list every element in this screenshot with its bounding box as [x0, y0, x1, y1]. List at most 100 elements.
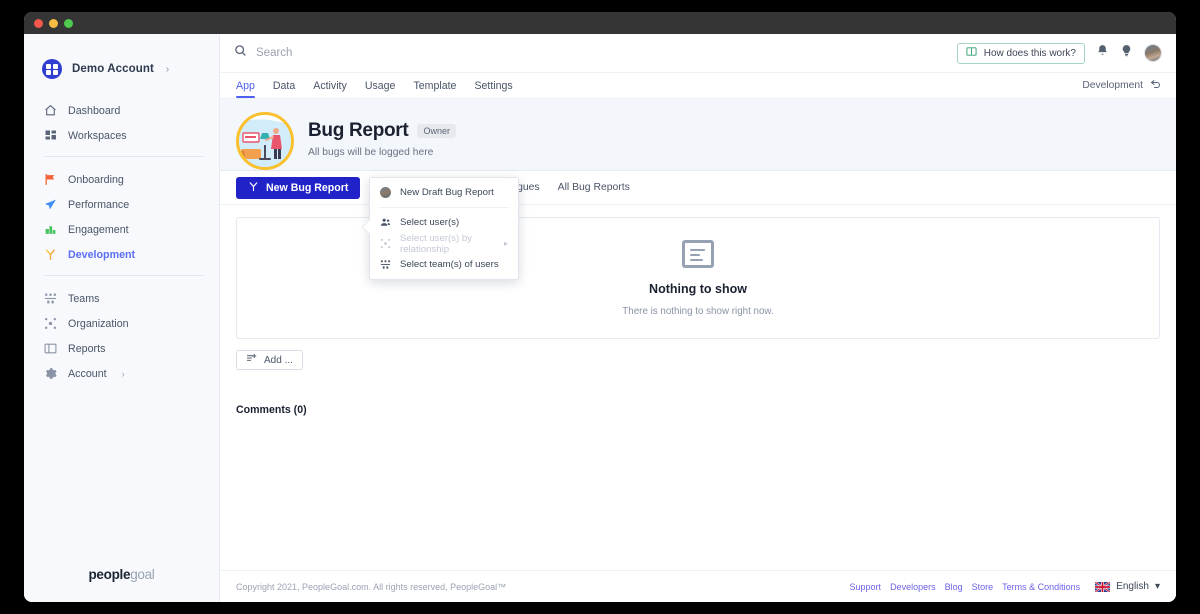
chevron-right-icon: ›	[165, 63, 170, 75]
footer-link-developers[interactable]: Developers	[890, 582, 936, 592]
grid-logo-icon	[42, 59, 62, 79]
sidebar-item-performance[interactable]: Performance	[24, 194, 219, 215]
footer-link-terms[interactable]: Terms & Conditions	[1002, 582, 1080, 592]
empty-state-title: Nothing to show	[649, 281, 747, 296]
sidebar-item-teams[interactable]: Teams	[24, 288, 219, 309]
sidebar-divider	[44, 156, 203, 157]
sidebar-item-label: Development	[68, 248, 136, 261]
tab-label: Template	[413, 79, 457, 92]
workspace-label: Development	[1082, 80, 1143, 91]
plant-icon	[44, 223, 57, 236]
actions-row: New Bug Report My Bug Reports My Colleag…	[220, 171, 1176, 205]
gear-icon	[44, 367, 57, 380]
footer-link-support[interactable]: Support	[850, 582, 882, 592]
tab-usage[interactable]: Usage	[365, 73, 396, 98]
sidebar-item-workspaces[interactable]: Workspaces	[24, 125, 219, 146]
sprout-icon	[248, 181, 259, 195]
sidebar-item-reports[interactable]: Reports	[24, 338, 219, 359]
menu-item-label: Select user(s) by relationship	[400, 232, 472, 255]
menu-item-select-users[interactable]: Select user(s)	[370, 212, 518, 233]
tab-label: Data	[272, 79, 296, 92]
tab-template[interactable]: Template	[413, 73, 456, 98]
tab-label: Settings	[474, 79, 513, 92]
chevron-down-icon: ▾	[1154, 581, 1160, 592]
sidebar-item-dashboard[interactable]: Dashboard	[24, 100, 219, 121]
sidebar: Demo Account › Dashboard Workspaces Onbo…	[24, 34, 220, 602]
relationship-icon	[380, 238, 391, 249]
app-header: Bug Report Owner All bugs will be logged…	[220, 99, 1176, 171]
app-body: Demo Account › Dashboard Workspaces Onbo…	[24, 34, 1176, 602]
sidebar-group-org: Teams Organization Reports Account ›	[24, 288, 219, 384]
add-button[interactable]: Add ...	[236, 350, 303, 370]
add-list-icon	[246, 353, 257, 367]
grid-icon	[44, 129, 57, 142]
chevron-right-icon: ▸	[503, 239, 508, 248]
content-area: Nothing to show There is nothing to show…	[220, 205, 1176, 570]
menu-item-label: New Draft Bug Report	[400, 187, 494, 198]
sidebar-item-onboarding[interactable]: Onboarding	[24, 169, 219, 190]
sidebar-item-label: Engagement	[68, 223, 129, 236]
menu-item-label: Select team(s) of users	[400, 259, 499, 270]
avatar-icon	[380, 187, 391, 198]
tab-label: Usage	[364, 79, 396, 92]
avatar[interactable]	[1144, 44, 1162, 62]
app-tabbar: App Data Activity Usage Template Setting…	[220, 73, 1176, 99]
menu-item-label: Select user(s)	[400, 217, 460, 228]
bell-icon[interactable]	[1096, 44, 1109, 62]
footer-link-store[interactable]: Store	[972, 582, 994, 592]
close-icon[interactable]	[34, 18, 43, 28]
topbar: How does this work?	[220, 34, 1176, 73]
lightbulb-icon[interactable]	[1120, 44, 1133, 62]
home-icon	[44, 104, 57, 117]
users-icon	[380, 217, 391, 228]
sidebar-nav: Dashboard Workspaces Onboarding Performa…	[24, 84, 219, 388]
sidebar-group-main: Dashboard Workspaces	[24, 100, 219, 146]
language-label: English	[1116, 581, 1149, 592]
minimize-icon[interactable]	[49, 18, 58, 28]
undo-icon[interactable]	[1150, 78, 1162, 93]
brand-bold: people	[88, 567, 131, 582]
teams-icon	[380, 259, 391, 270]
how-does-this-work-button[interactable]: How does this work?	[956, 42, 1085, 64]
tab-settings[interactable]: Settings	[474, 73, 512, 98]
footer: Copyright 2021, PeopleGoal.com. All righ…	[220, 570, 1176, 602]
new-bug-report-button[interactable]: New Bug Report	[236, 176, 361, 199]
copyright-text: Copyright 2021, PeopleGoal.com. All righ…	[236, 581, 507, 592]
menu-item-select-teams-of-users[interactable]: Select team(s) of users	[370, 254, 518, 275]
app-description: All bugs will be logged here	[308, 147, 434, 158]
bug-report-illustration	[236, 112, 294, 170]
footer-link-blog[interactable]: Blog	[945, 582, 963, 592]
paper-plane-icon	[44, 198, 57, 211]
sidebar-item-label: Performance	[68, 198, 130, 211]
desktop-backdrop: Demo Account › Dashboard Workspaces Onbo…	[0, 0, 1200, 614]
menu-item-select-users-by-relationship[interactable]: Select user(s) by relationship ▸	[370, 232, 518, 255]
empty-state-subtitle: There is nothing to show right now.	[622, 305, 774, 317]
account-switcher[interactable]: Demo Account ›	[24, 50, 219, 84]
subtab-all-bug-reports[interactable]: All Bug Reports	[558, 182, 630, 193]
app-title-row: Bug Report Owner	[308, 112, 456, 142]
sidebar-item-label: Workspaces	[68, 129, 127, 142]
search-input[interactable]	[256, 47, 556, 59]
sidebar-item-label: Reports	[68, 342, 106, 355]
tab-activity[interactable]: Activity	[313, 73, 347, 98]
sidebar-item-label: Dashboard	[68, 104, 121, 117]
flag-icon	[44, 173, 57, 186]
tab-data[interactable]: Data	[273, 73, 295, 98]
menu-item-new-draft-bug-report[interactable]: New Draft Bug Report	[370, 182, 518, 203]
new-bug-report-dropdown[interactable]: New Draft Bug Report Select user(s) Sele…	[369, 177, 519, 280]
sidebar-item-development[interactable]: Development	[24, 244, 219, 265]
page-title: Bug Report	[308, 120, 409, 141]
sidebar-item-account[interactable]: Account ›	[24, 363, 219, 384]
sidebar-item-organization[interactable]: Organization	[24, 313, 219, 334]
sidebar-item-label: Onboarding	[68, 173, 124, 186]
workspace-context[interactable]: Development	[1082, 78, 1162, 93]
language-selector[interactable]: English ▾	[1095, 581, 1160, 592]
comments-heading: Comments (0)	[236, 404, 307, 416]
app-header-text: Bug Report Owner All bugs will be logged…	[308, 112, 456, 158]
maximize-icon[interactable]	[64, 18, 73, 28]
tab-app[interactable]: App	[236, 73, 255, 98]
account-name: Demo Account	[72, 63, 154, 75]
sidebar-item-engagement[interactable]: Engagement	[24, 219, 219, 240]
teams-icon	[44, 292, 57, 305]
